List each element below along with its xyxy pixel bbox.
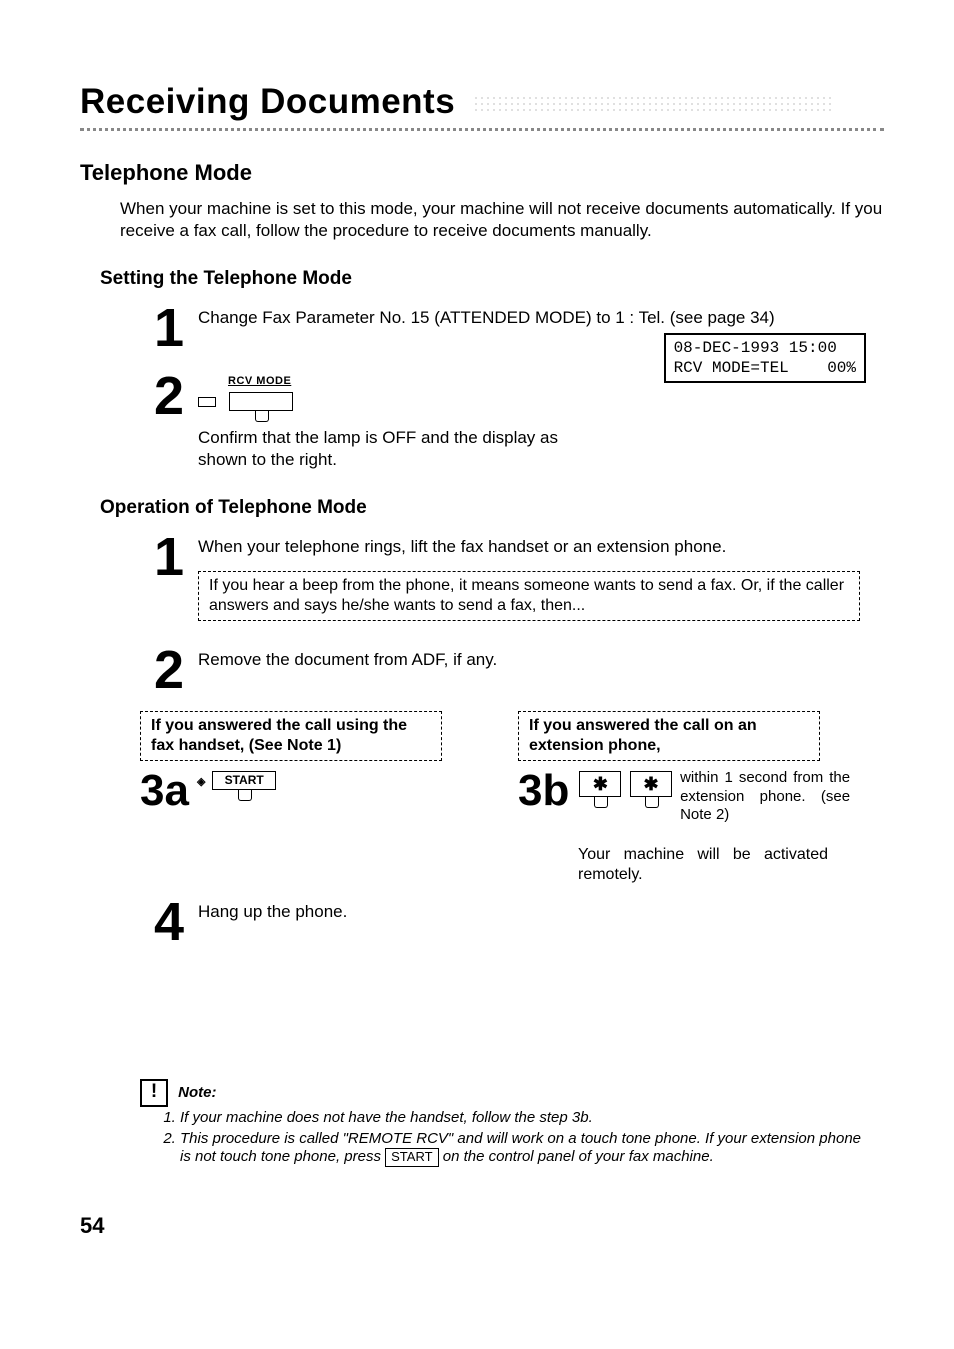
- lcd-display: 08-DEC-1993 15:00 RCV MODE=TEL 00%: [664, 333, 866, 383]
- step-3b-aside: within 1 second from the extension phone…: [680, 769, 850, 825]
- step-3b-column: If you answered the call on an extension…: [518, 711, 884, 885]
- step-number: 3a: [140, 769, 189, 813]
- subsection-setting-mode: Setting the Telephone Mode: [100, 267, 884, 291]
- note-item-2: This procedure is called "REMOTE RCV" an…: [180, 1130, 874, 1168]
- section-title-telephone-mode: Telephone Mode: [80, 159, 884, 187]
- operation-step-4: 4 Hang up the phone.: [140, 895, 884, 949]
- note-item-1: If your machine does not have the handse…: [180, 1109, 874, 1128]
- star-key-icon: ✱: [630, 771, 672, 798]
- step-text: Confirm that the lamp is OFF and the dis…: [198, 427, 578, 470]
- operation-step-1: 1 When your telephone rings, lift the fa…: [140, 530, 884, 629]
- note-alert-icon: !: [140, 1079, 168, 1107]
- step-3a-column: If you answered the call using the fax h…: [140, 711, 506, 813]
- intro-paragraph: When your machine is set to this mode, y…: [120, 198, 884, 241]
- remote-activation-text: Your machine will be activated remotely.: [578, 845, 828, 885]
- setting-step-2: 2 RCV MODE Confirm that the lamp is OFF …: [140, 369, 884, 470]
- page-heading: Receiving Documents: [80, 80, 884, 131]
- note-2-part-b: on the control panel of your fax machine…: [443, 1148, 714, 1165]
- star-key-icon: ✱: [579, 771, 621, 798]
- step-body: Change Fax Parameter No. 15 (ATTENDED MO…: [198, 301, 884, 328]
- subsection-operation-mode: Operation of Telephone Mode: [100, 496, 884, 520]
- page-number: 54: [80, 1212, 104, 1240]
- notes-block: ! Note: If your machine does not have th…: [140, 1079, 874, 1169]
- step-3b-callout: If you answered the call on an extension…: [518, 711, 820, 761]
- step-text: Remove the document from ADF, if any.: [198, 643, 884, 670]
- note-label: Note:: [178, 1084, 216, 1101]
- step-number: 4: [140, 895, 198, 949]
- beep-callout-box: If you hear a beep from the phone, it me…: [198, 571, 860, 621]
- step-text: Hang up the phone.: [198, 895, 884, 922]
- step-number: 2: [140, 369, 198, 423]
- step-text: When your telephone rings, lift the fax …: [198, 536, 884, 557]
- lcd-line-1: 08-DEC-1993 15:00: [674, 339, 837, 357]
- rcv-mode-key-icon: [229, 392, 293, 411]
- step-number: 1: [140, 530, 198, 584]
- lcd-line-2: RCV MODE=TEL 00%: [674, 359, 856, 377]
- step-3a-callout: If you answered the call using the fax h…: [140, 711, 442, 761]
- start-key-inline-icon: START: [385, 1148, 438, 1166]
- step-number: 3b: [518, 769, 569, 813]
- start-key-icon: START: [212, 771, 276, 790]
- step-body: RCV MODE Confirm that the lamp is OFF an…: [198, 369, 884, 470]
- operation-step-2: 2 Remove the document from ADF, if any.: [140, 643, 884, 697]
- step-number: 1: [140, 301, 198, 355]
- lamp-icon: [198, 397, 216, 407]
- step-number: 2: [140, 643, 198, 697]
